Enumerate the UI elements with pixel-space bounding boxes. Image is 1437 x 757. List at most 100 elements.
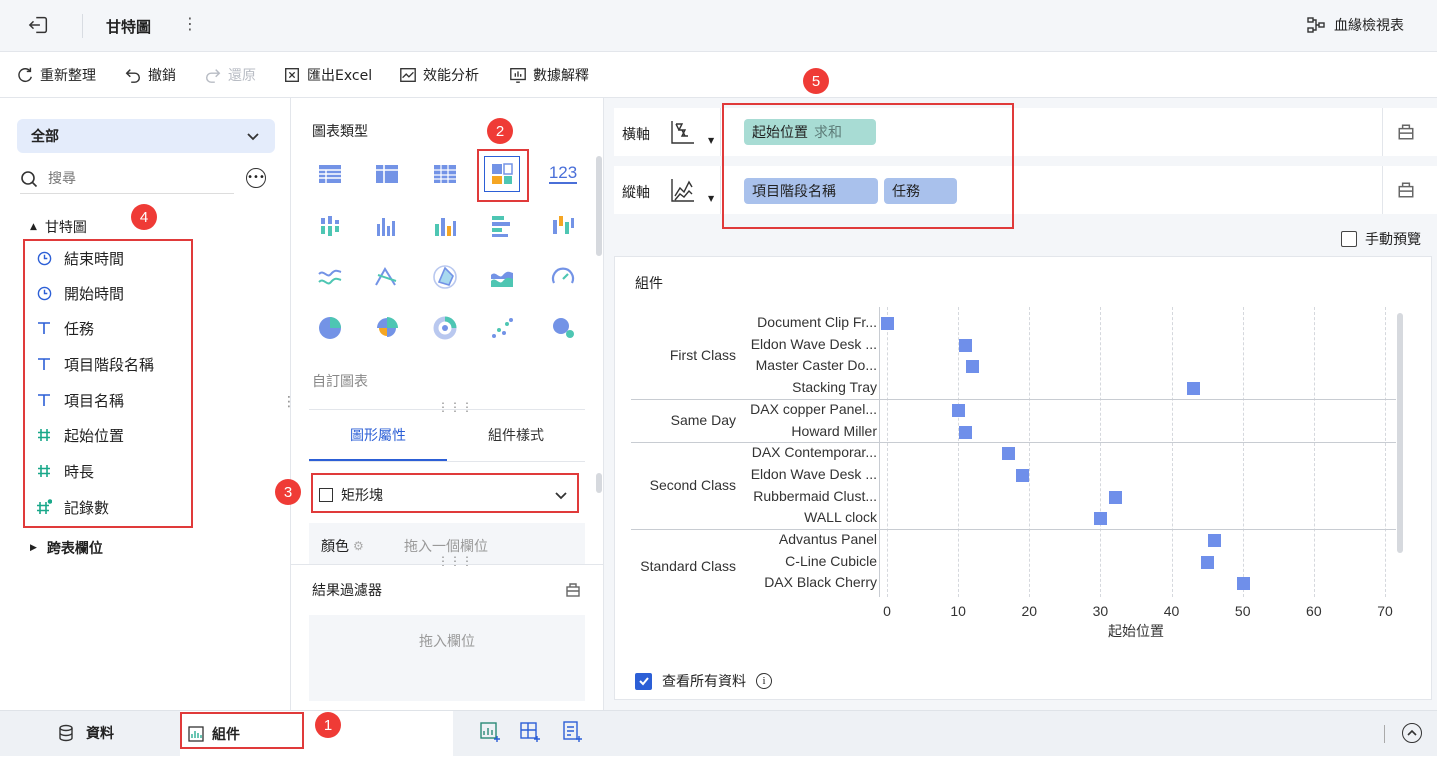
chart-type-radar-line[interactable] bbox=[369, 259, 405, 295]
group-separator bbox=[631, 529, 1396, 531]
tab-component-style[interactable]: 組件樣式 bbox=[447, 425, 585, 461]
toolbar: 重新整理 撤銷 還原 匯出Excel 效能分析 數據解釋 bbox=[0, 52, 1437, 98]
data-point[interactable] bbox=[1236, 577, 1250, 591]
chart-type-bar[interactable] bbox=[484, 208, 520, 244]
field-item[interactable]: 項目名稱 bbox=[36, 382, 124, 418]
data-point[interactable] bbox=[1201, 555, 1215, 569]
badge-3: 3 bbox=[275, 479, 301, 505]
caret-down-icon[interactable]: ▼ bbox=[708, 136, 714, 145]
data-point[interactable] bbox=[959, 338, 973, 352]
field-item[interactable]: 開始時間 bbox=[36, 275, 124, 311]
chart-type-line[interactable] bbox=[312, 259, 348, 295]
field-item[interactable]: 記錄數 bbox=[36, 489, 109, 525]
chart-type-range-column[interactable] bbox=[545, 208, 581, 244]
performance-icon bbox=[400, 68, 416, 82]
chart-type-colored-column[interactable] bbox=[427, 208, 463, 244]
field-name: 任務 bbox=[64, 319, 95, 338]
scrollbar[interactable] bbox=[596, 473, 602, 493]
y-axis-settings-icon[interactable] bbox=[1397, 181, 1415, 203]
divider bbox=[720, 108, 721, 156]
redo-button[interactable]: 還原 bbox=[204, 52, 256, 98]
info-icon[interactable]: i bbox=[756, 673, 772, 689]
chart-type-pie[interactable] bbox=[312, 310, 348, 346]
chart-type-gauge[interactable] bbox=[545, 259, 581, 295]
chart-type-detail-table[interactable] bbox=[427, 156, 463, 192]
manual-preview-checkbox[interactable] bbox=[1341, 231, 1357, 247]
chart-type-table[interactable] bbox=[312, 156, 348, 192]
chart-type-number[interactable]: 123 bbox=[545, 156, 581, 192]
search-box[interactable] bbox=[20, 164, 234, 194]
scrollbar[interactable] bbox=[596, 156, 602, 256]
rose-chart-icon bbox=[377, 317, 398, 337]
chart-type-bubble[interactable] bbox=[545, 310, 581, 346]
field-item[interactable]: 項目階段名稱 bbox=[36, 346, 154, 382]
data-tab[interactable]: 資料 bbox=[58, 723, 114, 743]
chart-type-column[interactable] bbox=[369, 208, 405, 244]
data-point[interactable] bbox=[1108, 490, 1122, 504]
collapse-up-icon[interactable] bbox=[1402, 723, 1422, 743]
data-point[interactable] bbox=[959, 425, 973, 439]
resize-handle-icon[interactable]: ⋮⋮⋮ bbox=[437, 554, 473, 568]
chart-type-grouped-bar[interactable] bbox=[312, 208, 348, 244]
manual-preview-toggle[interactable]: 手動預覽 bbox=[1341, 229, 1421, 249]
dataset-select[interactable]: 全部 bbox=[17, 119, 275, 153]
data-point[interactable] bbox=[1001, 447, 1015, 461]
field-item[interactable]: 結束時間 bbox=[36, 240, 124, 276]
field-item[interactable]: 時長 bbox=[36, 453, 94, 489]
manual-preview-label: 手動預覽 bbox=[1365, 232, 1421, 248]
add-component-icon[interactable] bbox=[480, 721, 502, 747]
search-input[interactable] bbox=[48, 170, 218, 187]
field-name: 起始位置 bbox=[64, 426, 125, 445]
chart-scrollbar[interactable] bbox=[1397, 313, 1403, 553]
refresh-button[interactable]: 重新整理 bbox=[16, 52, 96, 98]
filter-drop-zone[interactable]: 拖入欄位 bbox=[309, 615, 585, 701]
data-point[interactable] bbox=[966, 360, 980, 374]
lineage-view-button[interactable]: 血緣檢視表 bbox=[1306, 15, 1404, 35]
x-axis-type-icon[interactable] bbox=[668, 118, 696, 150]
text-type-icon bbox=[36, 392, 52, 408]
caret-down-icon[interactable]: ▼ bbox=[708, 194, 714, 203]
data-point[interactable] bbox=[881, 317, 894, 330]
chart-type-rose[interactable] bbox=[369, 310, 405, 346]
explain-button[interactable]: 數據解釋 bbox=[509, 52, 589, 98]
chart-type-area[interactable] bbox=[484, 259, 520, 295]
field-item[interactable]: 任務 bbox=[36, 310, 94, 346]
exit-icon[interactable] bbox=[28, 14, 52, 38]
add-report-icon[interactable] bbox=[562, 721, 584, 747]
tab-graph-properties[interactable]: 圖形屬性 bbox=[309, 425, 447, 461]
chart-type-cross-table[interactable] bbox=[369, 156, 405, 192]
view-all-data-toggle[interactable]: 查看所有資料 i bbox=[635, 671, 772, 691]
chart-type-donut[interactable] bbox=[427, 310, 463, 346]
more-menu-icon[interactable]: ⋮ bbox=[182, 14, 198, 33]
chart-type-scatter[interactable] bbox=[484, 310, 520, 346]
field-name: 開始時間 bbox=[64, 284, 125, 303]
data-point[interactable] bbox=[1016, 468, 1030, 482]
plot-body: Document Clip Fr... Eldon Wave Desk ... Ma… bbox=[615, 307, 1433, 597]
undo-button[interactable]: 撤銷 bbox=[124, 52, 176, 98]
custom-chart-link[interactable]: 自訂圖表 bbox=[312, 371, 368, 391]
x-axis-settings-icon[interactable] bbox=[1397, 123, 1415, 145]
more-options-icon[interactable]: ••• bbox=[246, 168, 266, 188]
data-point[interactable] bbox=[1186, 382, 1200, 396]
filter-settings-icon[interactable] bbox=[565, 582, 581, 602]
data-point[interactable] bbox=[1094, 512, 1108, 526]
export-excel-button[interactable]: 匯出Excel bbox=[283, 52, 372, 98]
view-all-checkbox[interactable] bbox=[635, 672, 652, 690]
search-icon bbox=[21, 170, 38, 187]
table-node[interactable]: ▲ 甘特圖 bbox=[30, 217, 87, 237]
add-dashboard-icon[interactable] bbox=[520, 721, 542, 747]
data-point[interactable] bbox=[952, 403, 966, 417]
data-point[interactable] bbox=[1208, 534, 1222, 547]
chart-type-radar[interactable] bbox=[427, 259, 463, 295]
divider bbox=[82, 14, 83, 38]
resize-handle-icon[interactable]: ⋮⋮⋮ bbox=[437, 400, 473, 414]
field-item[interactable]: 起始位置 bbox=[36, 417, 124, 453]
y-axis-type-icon[interactable] bbox=[668, 176, 696, 208]
view-all-label: 查看所有資料 bbox=[662, 674, 746, 690]
database-icon bbox=[59, 724, 73, 742]
grid-line bbox=[1242, 307, 1244, 597]
cross-table-label: 跨表欄位 bbox=[46, 541, 103, 557]
performance-button[interactable]: 效能分析 bbox=[399, 52, 479, 98]
cross-table-node[interactable]: ▶ 跨表欄位 bbox=[30, 538, 103, 558]
category-tick-label: Stacking Tray bbox=[792, 379, 877, 396]
